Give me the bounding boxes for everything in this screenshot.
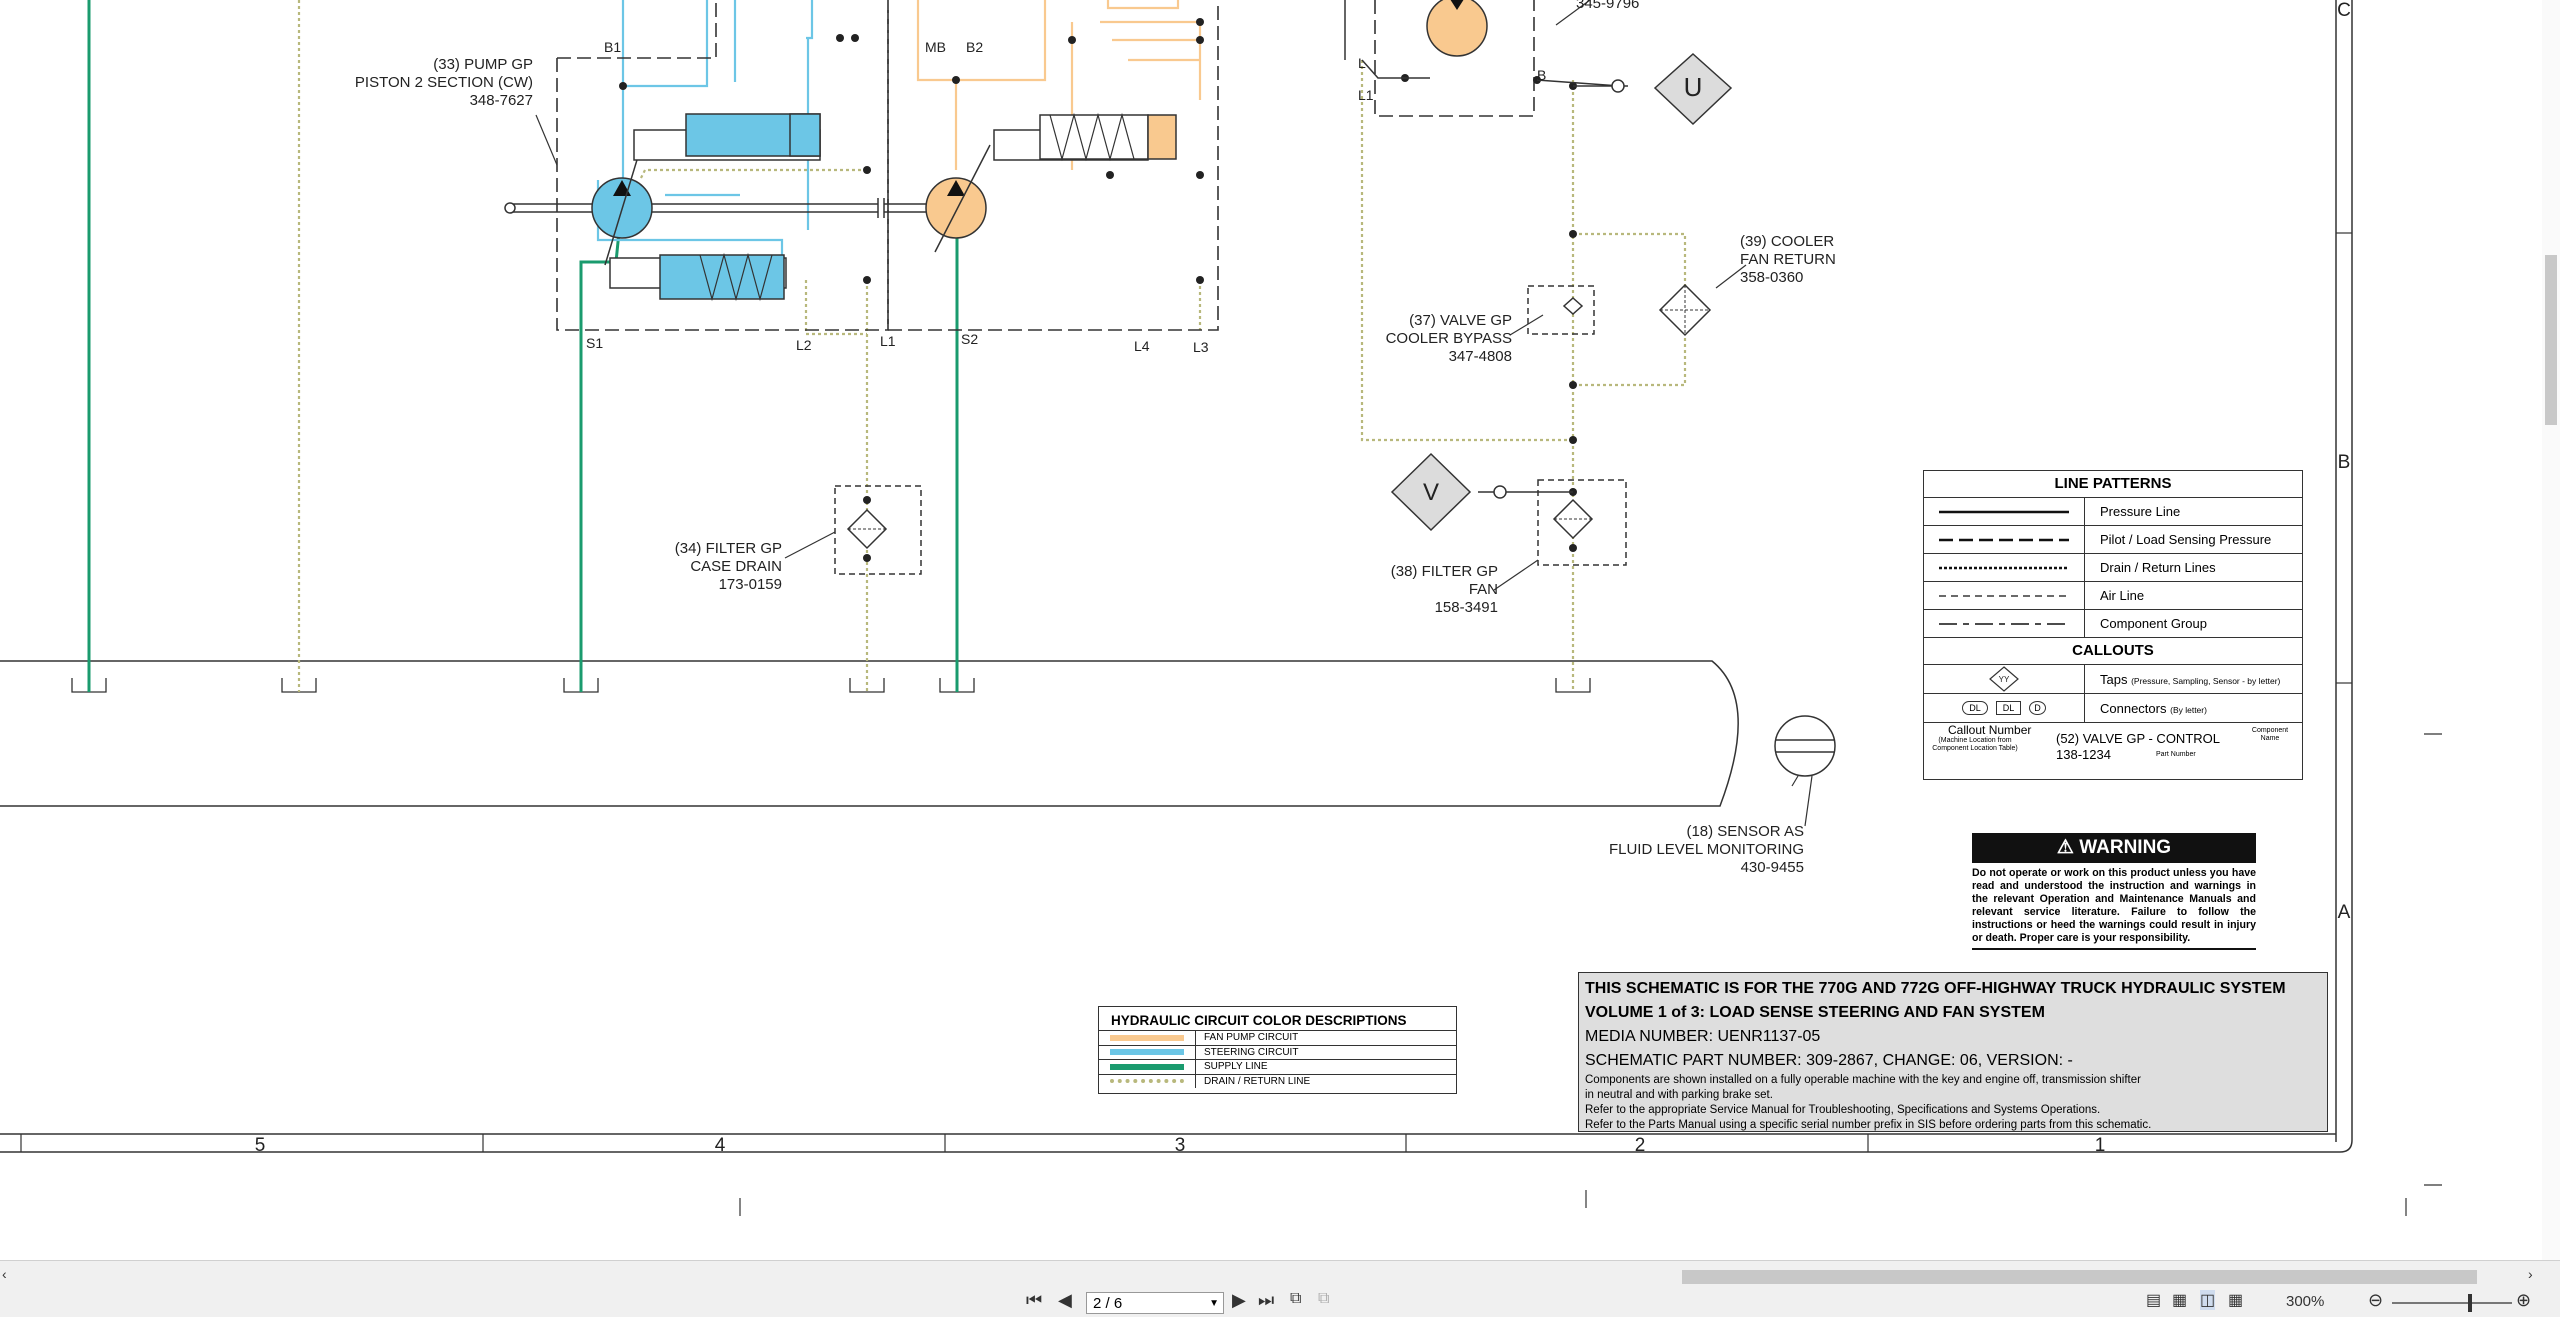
drain-line-sample <box>1939 566 2069 569</box>
filter-38-label: (38) FILTER GP FAN 158-3491 <box>1390 563 1498 616</box>
connector-oval-icon: DL <box>1962 701 1988 715</box>
port-s1: S1 <box>586 335 603 351</box>
grid-col-2: 2 <box>1635 1135 1646 1156</box>
circuit-color-table: HYDRAULIC CIRCUIT COLOR DESCRIPTIONS FAN… <box>1098 1006 1457 1094</box>
cooler-39-label: (39) COOLER FAN RETURN 358-0360 <box>1740 233 1836 286</box>
continuous-view-icon[interactable]: ▦ <box>2172 1290 2187 1310</box>
schematic-sheet: B1 MB B2 S1 L2 L1 S2 L4 L3 L L1 B U V 5 … <box>0 0 2560 1260</box>
legend-row-pilot: Pilot / Load Sensing Pressure <box>1924 526 2302 554</box>
note-4: Refer to the Parts Manual using a specif… <box>1585 1119 2152 1131</box>
next-page-icon[interactable]: ▶ <box>1232 1290 1246 1311</box>
port-s2: S2 <box>961 331 978 347</box>
warning-body: Do not operate or work on this product u… <box>1972 863 2256 950</box>
color-table-title: HYDRAULIC CIRCUIT COLOR DESCRIPTIONS <box>1099 1007 1456 1031</box>
grid-col-4: 4 <box>715 1135 726 1156</box>
port-b2: B2 <box>966 39 983 55</box>
legend-row-drain: Drain / Return Lines <box>1924 554 2302 582</box>
svg-text:YY: YY <box>1999 675 2010 684</box>
pressure-line-sample <box>1939 510 2069 513</box>
last-page-icon[interactable]: ⏭ <box>1258 1290 1274 1311</box>
port-mb: MB <box>925 39 946 55</box>
port-l1b: L1 <box>1358 87 1374 103</box>
page-dropdown-icon[interactable]: ▼ <box>1209 1293 1219 1315</box>
port-b1: B1 <box>604 39 621 55</box>
callouts-title: CALLOUTS <box>1924 638 2302 665</box>
zoom-level: 300% <box>2286 1293 2325 1310</box>
pump-33-label: (33) PUMP GP PISTON 2 SECTION (CW) 348-762… <box>354 56 533 109</box>
two-page-view-icon[interactable]: ◫ <box>2200 1290 2216 1310</box>
zoom-slider-handle[interactable] <box>2468 1294 2472 1312</box>
single-page-view-icon[interactable]: ▤ <box>2146 1290 2161 1310</box>
line-patterns-title: LINE PATTERNS <box>1924 471 2302 498</box>
warning-title: ⚠ WARNING <box>1972 833 2256 863</box>
schematic-part-number: SCHEMATIC PART NUMBER: 309-2867, CHANGE:… <box>1585 1052 2073 1069</box>
supply-swatch <box>1110 1063 1184 1070</box>
warning-triangle-icon: ⚠ <box>2056 837 2074 858</box>
color-row-steering: STEERING CIRCUIT <box>1099 1045 1456 1060</box>
color-row-supply: SUPPLY LINE <box>1099 1060 1456 1075</box>
steering-swatch <box>1110 1049 1184 1056</box>
legend-row-pressure: Pressure Line <box>1924 498 2302 526</box>
scroll-left-icon[interactable]: ‹ <box>2 1266 7 1282</box>
zoom-in-icon[interactable]: ⊕ <box>2516 1290 2531 1311</box>
line-patterns-legend: LINE PATTERNS Pressure Line Pilot / Load… <box>1923 470 2303 780</box>
port-l: L <box>1358 55 1366 71</box>
grid-row-b: B <box>2338 452 2351 473</box>
fan-pump-swatch <box>1110 1034 1184 1041</box>
port-l1: L1 <box>880 333 896 349</box>
grid-col-3: 3 <box>1175 1135 1186 1156</box>
prev-page-icon[interactable]: ◀ <box>1058 1290 1072 1311</box>
vertical-scroll-thumb[interactable] <box>2545 255 2557 425</box>
grid-row-c: C <box>2337 0 2351 21</box>
zoom-slider[interactable] <box>2392 1302 2512 1304</box>
copy-page-icon[interactable]: ⧉ <box>1290 1290 1301 1308</box>
port-l3: L3 <box>1193 339 1209 355</box>
media-number: MEDIA NUMBER: UENR1137-05 <box>1585 1028 1821 1045</box>
group-line-sample <box>1939 622 2069 625</box>
top-part-number: 345-9796 <box>1576 0 1640 12</box>
tap-diamond-icon: YY <box>1989 666 2019 692</box>
scroll-right-icon[interactable]: › <box>2528 1266 2533 1282</box>
title-block: THIS SCHEMATIC IS FOR THE 770G AND 772G … <box>1578 972 2328 1132</box>
port-l4: L4 <box>1134 338 1150 354</box>
horizontal-scroll-thumb[interactable] <box>1682 1270 2477 1284</box>
port-l2: L2 <box>796 337 812 353</box>
tap-u-label: U <box>1684 72 1703 102</box>
title-line-1: THIS SCHEMATIC IS FOR THE 770G AND 772G … <box>1585 980 2286 997</box>
callout-example: Callout Number (Machine Location from Co… <box>1932 723 2289 762</box>
valve-37-label: (37) VALVE GP COOLER BYPASS 347-4808 <box>1385 312 1512 365</box>
tap-v-label: V <box>1423 479 1439 506</box>
legend-row-air: Air Line <box>1924 582 2302 610</box>
grid-row-a: A <box>2338 902 2351 923</box>
pilot-line-sample <box>1939 538 2069 541</box>
legend-row-connectors: DL DL D Connectors (By letter) <box>1924 694 2302 723</box>
page-number-input[interactable]: 2 / 6 ▼ <box>1086 1292 1224 1314</box>
title-line-2: VOLUME 1 of 3: LOAD SENSE STEERING AND F… <box>1585 1004 2045 1021</box>
connector-circle-icon: D <box>2029 701 2046 715</box>
legend-row-taps: YY Taps (Pressure, Sampling, Sensor - by… <box>1924 665 2302 694</box>
color-row-drain: DRAIN / RETURN LINE <box>1099 1074 1456 1088</box>
continuous-two-page-icon[interactable]: ▦ <box>2228 1290 2243 1310</box>
color-row-fan-pump: FAN PUMP CIRCUIT <box>1099 1031 1456 1046</box>
note-3: Refer to the appropriate Service Manual … <box>1585 1104 2101 1116</box>
first-page-icon[interactable]: ⏮ <box>1026 1290 1042 1311</box>
paste-page-icon[interactable]: ⧉ <box>1318 1290 1329 1308</box>
connector-box-icon: DL <box>1995 701 2022 715</box>
note-2: in neutral and with parking brake set. <box>1585 1089 1773 1101</box>
port-b: B <box>1537 67 1546 83</box>
sensor-18-label: (18) SENSOR AS FLUID LEVEL MONITORING 430-… <box>1608 823 1804 876</box>
grid-col-5: 5 <box>255 1135 266 1156</box>
grid-col-1: 1 <box>2095 1135 2106 1156</box>
note-1: Components are shown installed on a full… <box>1585 1074 2141 1086</box>
zoom-out-icon[interactable]: ⊖ <box>2368 1290 2383 1311</box>
filter-34-label: (34) FILTER GP CASE DRAIN 173-0159 <box>674 540 782 593</box>
vertical-scrollbar[interactable] <box>2542 0 2560 1260</box>
warning-box: ⚠ WARNING Do not operate or work on this… <box>1972 833 2256 950</box>
legend-row-group: Component Group <box>1924 610 2302 638</box>
air-line-sample <box>1939 594 2069 597</box>
drain-swatch <box>1110 1079 1184 1084</box>
